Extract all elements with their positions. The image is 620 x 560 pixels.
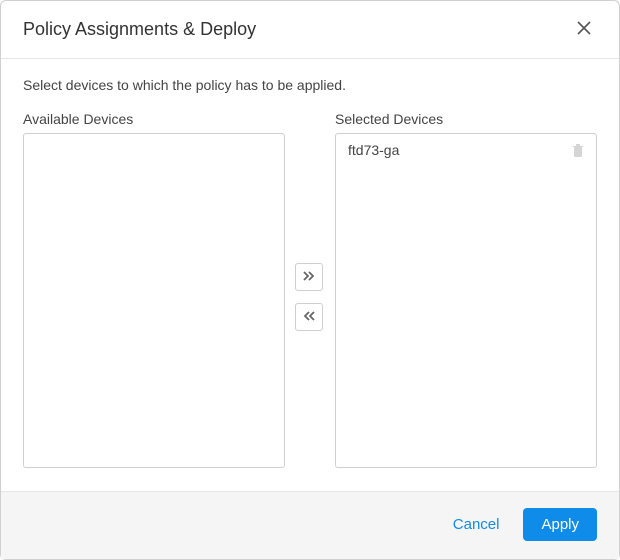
cancel-button[interactable]: Cancel — [445, 510, 508, 539]
dialog-title: Policy Assignments & Deploy — [23, 19, 256, 40]
available-devices-column: Available Devices — [23, 111, 285, 468]
transfer-arrows — [295, 133, 325, 481]
selected-devices-listbox[interactable]: ftd73-ga — [335, 133, 597, 468]
close-icon — [575, 19, 593, 40]
dialog-header: Policy Assignments & Deploy — [1, 1, 619, 59]
dialog-body: Select devices to which the policy has t… — [1, 59, 619, 491]
list-item[interactable]: ftd73-ga — [336, 134, 596, 166]
close-button[interactable] — [571, 15, 597, 44]
selected-devices-label: Selected Devices — [335, 111, 597, 127]
available-devices-listbox[interactable] — [23, 133, 285, 468]
dialog-footer: Cancel Apply — [1, 491, 619, 559]
policy-assignments-dialog: Policy Assignments & Deploy Select devic… — [0, 0, 620, 560]
apply-button[interactable]: Apply — [523, 508, 597, 541]
move-right-button[interactable] — [295, 263, 323, 291]
available-devices-label: Available Devices — [23, 111, 285, 127]
instruction-text: Select devices to which the policy has t… — [23, 77, 597, 93]
move-left-button[interactable] — [295, 303, 323, 331]
selected-devices-column: Selected Devices ftd73-ga — [335, 111, 597, 468]
chevrons-left-icon — [302, 309, 316, 326]
chevrons-right-icon — [302, 269, 316, 286]
trash-icon[interactable] — [572, 143, 584, 157]
device-name: ftd73-ga — [348, 142, 399, 158]
device-transfer: Available Devices — [23, 111, 597, 481]
